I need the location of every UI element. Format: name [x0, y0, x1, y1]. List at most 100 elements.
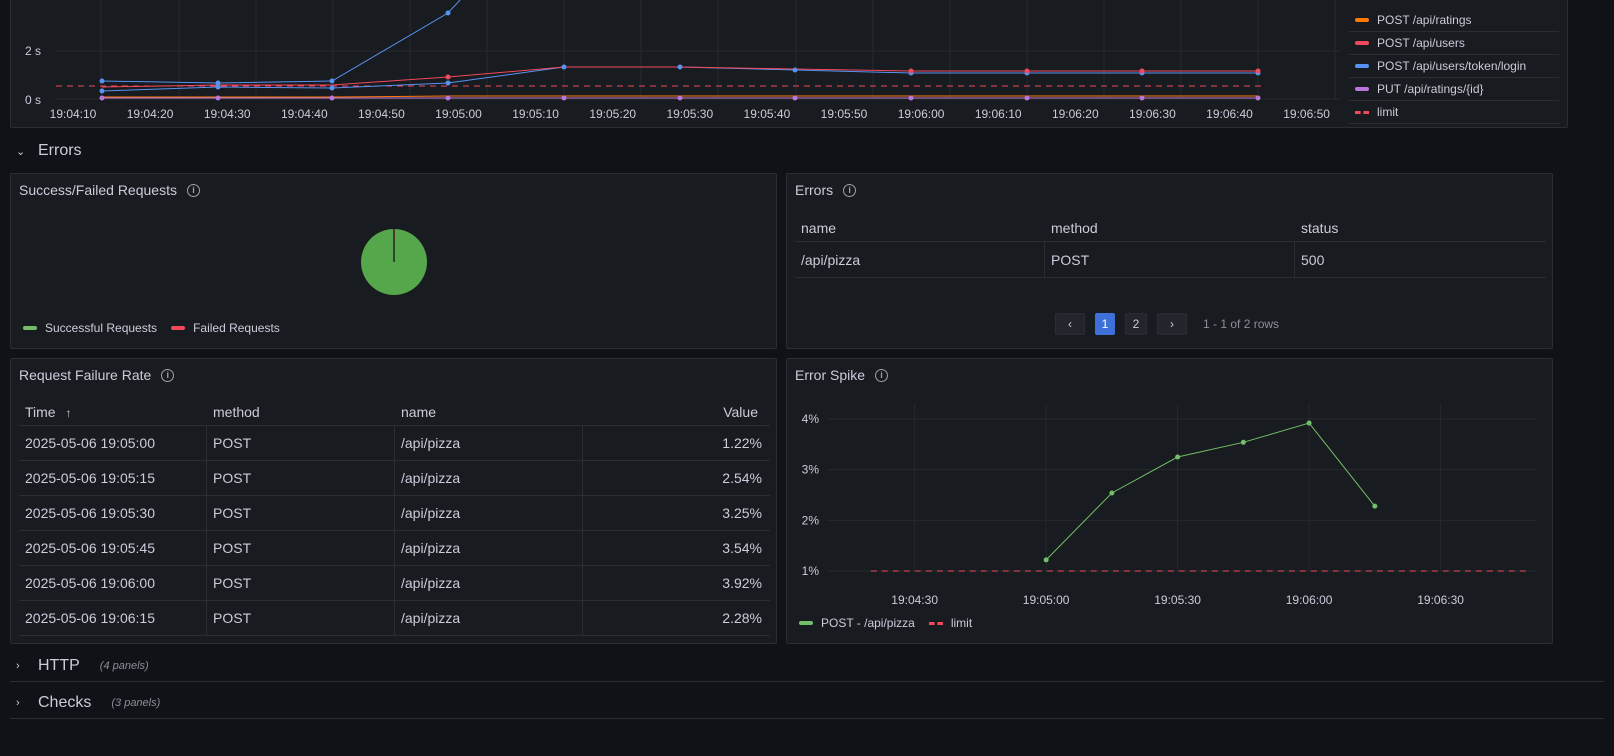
column-header-method[interactable]: method [1045, 220, 1295, 236]
cell-name: /api/pizza [395, 461, 583, 495]
legend-item-failed[interactable]: Failed Requests [171, 321, 280, 335]
x-tick-label: 19:06:00 [898, 107, 945, 121]
legend-item[interactable]: limit [1349, 101, 1559, 124]
success-failed-panel: Success/Failed Requests i Successful Req… [10, 173, 777, 349]
info-icon[interactable]: i [875, 368, 889, 382]
legend-label: limit [1377, 105, 1399, 119]
row-title: Errors [38, 142, 82, 159]
legend-item[interactable]: POST /api/users/token/login [1349, 55, 1559, 78]
cell-time: 2025-05-06 19:06:00 [19, 566, 207, 600]
x-tick-label: 19:05:50 [821, 107, 868, 121]
page-1-button[interactable]: 1 [1095, 313, 1115, 335]
legend-item-post-api-pizza[interactable]: POST - /api/pizza [799, 616, 915, 630]
cell-method: POST [207, 566, 395, 600]
row-panel-count: (3 panels) [111, 697, 161, 709]
row-http[interactable]: › HTTP (4 panels) [16, 657, 149, 675]
data-point [1109, 490, 1115, 496]
success-legend: Successful Requests Failed Requests [23, 321, 280, 335]
next-page-button[interactable]: › [1157, 313, 1187, 335]
table-row: /api/pizza POST 500 [795, 242, 1546, 278]
page-2-button[interactable]: 2 [1125, 313, 1147, 335]
column-header-time[interactable]: Time ↑ [19, 404, 207, 420]
x-tick-label: 19:05:00 [435, 107, 482, 121]
legend-swatch [1355, 41, 1369, 45]
cell-name: /api/pizza [395, 601, 583, 635]
prev-page-button[interactable]: ‹ [1055, 313, 1085, 335]
x-tick-label: 19:06:30 [1129, 107, 1176, 121]
failure-rate-panel: Request Failure Rate i Time ↑ method nam… [10, 358, 777, 644]
y-tick-label: 2% [802, 513, 820, 527]
table-row: 2025-05-06 19:05:45 POST/api/pizza 3.54% [19, 531, 770, 566]
x-tick-label: 19:06:20 [1052, 107, 1099, 121]
x-tick-label: 19:04:10 [50, 107, 97, 121]
error-spike-panel: Error Spike i 4% 3% 2% 1% 19:04:30 19:05:00 19… [786, 358, 1553, 644]
x-tick-label: 19:04:20 [127, 107, 174, 121]
cell-name: /api/pizza [395, 531, 583, 565]
table-row: 2025-05-06 19:06:00 POST/api/pizza 3.92% [19, 566, 770, 601]
column-header-status[interactable]: status [1295, 220, 1545, 236]
column-header-method[interactable]: method [207, 404, 395, 420]
cell-method: POST [207, 461, 395, 495]
info-icon[interactable]: i [161, 368, 175, 382]
panel-title: Request Failure Rate [19, 367, 152, 383]
latency-panel: 2 s 0 s 19:04:10 19:04:20 19:04:30 19:04:40… [10, 0, 1568, 128]
cell-method: POST [207, 426, 395, 460]
cell-value: 2.54% [722, 470, 762, 486]
cell-time: 2025-05-06 19:05:15 [19, 461, 207, 495]
cell-time: 2025-05-06 19:05:00 [19, 426, 207, 460]
cell-time: 2025-05-06 19:06:15 [19, 601, 207, 635]
latency-series-users [101, 66, 1258, 88]
latency-x-ticks: 19:04:10 19:04:20 19:04:30 19:04:40 19:04:50… [50, 107, 1331, 121]
cell-time: 2025-05-06 19:05:30 [19, 496, 207, 530]
x-tick-label: 19:04:50 [358, 107, 405, 121]
cell-value: 3.92% [722, 575, 762, 591]
table-row: 2025-05-06 19:05:15 POST/api/pizza 2.54% [19, 461, 770, 496]
latency-chart: 2 s 0 s 19:04:10 19:04:20 19:04:30 19:04:40… [25, 0, 1341, 121]
x-tick-label: 19:06:10 [975, 107, 1022, 121]
latency-series-login [101, 0, 461, 84]
row-divider [10, 681, 1604, 682]
legend-label: PUT /api/ratings/{id} [1377, 82, 1484, 96]
legend-swatch [1355, 64, 1369, 68]
x-tick-label: 19:05:30 [1154, 593, 1201, 607]
data-point [1043, 557, 1049, 563]
legend-item[interactable]: POST /api/users [1349, 32, 1559, 55]
info-icon[interactable]: i [186, 183, 200, 197]
x-tick-label: 19:05:10 [512, 107, 559, 121]
cell-method: POST [207, 601, 395, 635]
column-header-value[interactable]: Value [583, 404, 770, 420]
row-panel-count: (4 panels) [99, 660, 149, 672]
y-tick-label: 1% [802, 564, 820, 578]
legend-item[interactable]: POST /api/ratings [1349, 9, 1559, 32]
pagination: ‹ 1 2 › 1 - 1 of 2 rows [1055, 313, 1279, 335]
x-tick-label: 19:04:40 [281, 107, 328, 121]
column-header-name[interactable]: name [795, 220, 1045, 236]
legend-swatch [1355, 18, 1369, 22]
row-errors[interactable]: ⌄ Errors [16, 142, 82, 160]
chevron-right-icon: › [16, 660, 20, 672]
legend-label: POST /api/users [1377, 36, 1465, 50]
column-header-name[interactable]: name [395, 404, 583, 420]
data-point [1306, 420, 1312, 426]
cell-value: 1.22% [722, 435, 762, 451]
x-tick-label: 19:06:30 [1417, 593, 1464, 607]
error-spike-chart: 4% 3% 2% 1% 19:04:30 19:05:00 19:05:30 19:06:00… [802, 404, 1537, 607]
legend-item[interactable]: PUT /api/ratings/{id} [1349, 78, 1559, 101]
legend-item-limit[interactable]: limit [928, 616, 972, 630]
legend-swatch [1355, 110, 1369, 114]
success-pie-chart [361, 229, 427, 295]
chevron-down-icon: ⌄ [16, 145, 26, 158]
info-icon[interactable]: i [843, 183, 857, 197]
cell-name: /api/pizza [795, 242, 1045, 277]
legend-item-successful[interactable]: Successful Requests [23, 321, 157, 335]
cell-status: 500 [1301, 251, 1325, 268]
row-title: HTTP [38, 657, 80, 674]
data-point [1372, 503, 1378, 509]
cell-name: /api/pizza [395, 566, 583, 600]
errors-panel: Errors i name method status /api/pizza P… [786, 173, 1553, 349]
x-tick-label: 19:06:00 [1286, 593, 1333, 607]
failure-rate-table: Time ↑ method name Value 2025-05-06 19:0… [19, 399, 770, 636]
table-row: 2025-05-06 19:06:15 POST/api/pizza 2.28% [19, 601, 770, 636]
chevron-right-icon: › [16, 697, 20, 709]
row-checks[interactable]: › Checks (3 panels) [16, 694, 160, 712]
